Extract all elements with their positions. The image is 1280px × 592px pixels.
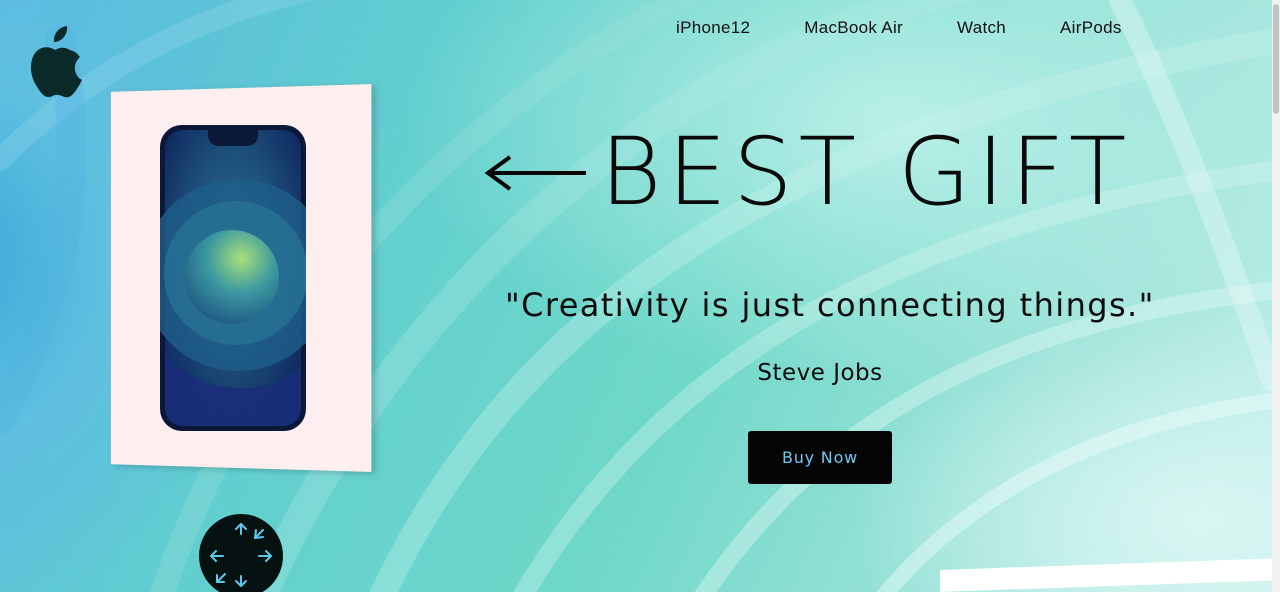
arrows-expand-icon: [210, 523, 272, 587]
headline-text: BEST GIFT: [600, 118, 1133, 227]
scrollbar[interactable]: [1272, 0, 1280, 592]
rotate-control[interactable]: [199, 514, 283, 592]
headline: BEST GIFT: [484, 118, 1132, 228]
nav-link-watch[interactable]: Watch: [957, 18, 1006, 38]
top-nav: iPhone12 MacBook Air Watch AirPods: [676, 18, 1122, 38]
left-arrow-icon: [484, 155, 586, 191]
scrollbar-thumb[interactable]: [1273, 4, 1279, 114]
quote-author: Steve Jobs: [757, 360, 883, 386]
quote-text: "Creativity is just connecting things.": [505, 286, 1155, 324]
apple-logo-icon[interactable]: [24, 22, 88, 100]
nav-link-macbook-air[interactable]: MacBook Air: [804, 18, 903, 38]
nav-link-airpods[interactable]: AirPods: [1060, 18, 1122, 38]
buy-now-button[interactable]: Buy Now: [748, 431, 892, 484]
nav-link-iphone12[interactable]: iPhone12: [676, 18, 750, 38]
